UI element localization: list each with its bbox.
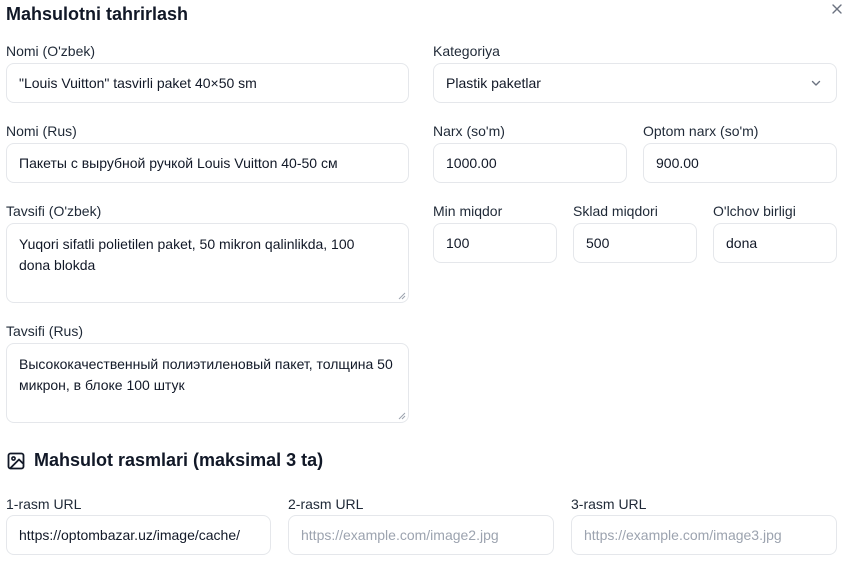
price-label: Narx (so'm)	[433, 123, 505, 139]
resize-handle-icon[interactable]	[398, 292, 406, 300]
desc-uz-textarea[interactable]: Yuqori sifatli polietilen paket, 50 mikr…	[6, 223, 409, 303]
image1-url-input[interactable]: https://optombazar.uz/image/cache/	[6, 515, 271, 555]
image1-label: 1-rasm URL	[6, 496, 82, 512]
desc-uz-text: Yuqori sifatli polietilen paket, 50 mikr…	[19, 236, 355, 273]
name-ru-label: Nomi (Rus)	[6, 123, 77, 139]
desc-ru-label: Tavsifi (Rus)	[6, 323, 84, 339]
name-ru-input[interactable]: Пакеты с вырубной ручкой Louis Vuitton 4…	[6, 143, 409, 183]
category-value: Plastik paketlar	[446, 75, 541, 91]
category-select[interactable]: Plastik paketlar	[433, 63, 837, 103]
resize-handle-icon[interactable]	[398, 412, 406, 420]
desc-ru-textarea[interactable]: Высококачественный полиэтиленовый пакет,…	[6, 343, 409, 423]
images-section-text: Mahsulot rasmlari (maksimal 3 ta)	[34, 450, 324, 470]
dialog-title: Mahsulotni tahrirlash	[6, 4, 189, 24]
category-label: Kategoriya	[433, 43, 500, 59]
image-icon	[7, 452, 25, 469]
images-section-title: Mahsulot rasmlari (maksimal 3 ta)	[6, 450, 323, 471]
min-qty-input[interactable]: 100	[433, 223, 557, 263]
close-icon[interactable]	[828, 0, 846, 18]
desc-ru-text: Высококачественный полиэтиленовый пакет,…	[19, 356, 393, 393]
wholesale-price-input[interactable]: 900.00	[643, 143, 837, 183]
chevron-down-icon	[811, 80, 821, 86]
price-input[interactable]: 1000.00	[433, 143, 627, 183]
image2-label: 2-rasm URL	[288, 496, 364, 512]
stock-qty-label: Sklad miqdori	[573, 203, 658, 219]
desc-uz-label: Tavsifi (O'zbek)	[6, 203, 102, 219]
name-uz-input[interactable]: "Louis Vuitton" tasvirli paket 40×50 sm	[6, 63, 409, 103]
image3-url-input[interactable]: https://example.com/image3.jpg	[571, 515, 837, 555]
name-uz-label: Nomi (O'zbek)	[6, 43, 96, 59]
image2-url-input[interactable]: https://example.com/image2.jpg	[288, 515, 554, 555]
unit-label: O'lchov birligi	[713, 203, 796, 219]
stock-qty-input[interactable]: 500	[573, 223, 697, 263]
unit-input[interactable]: dona	[713, 223, 837, 263]
wholesale-price-label: Optom narx (so'm)	[643, 123, 759, 139]
image3-label: 3-rasm URL	[571, 496, 647, 512]
min-qty-label: Min miqdor	[433, 203, 503, 219]
